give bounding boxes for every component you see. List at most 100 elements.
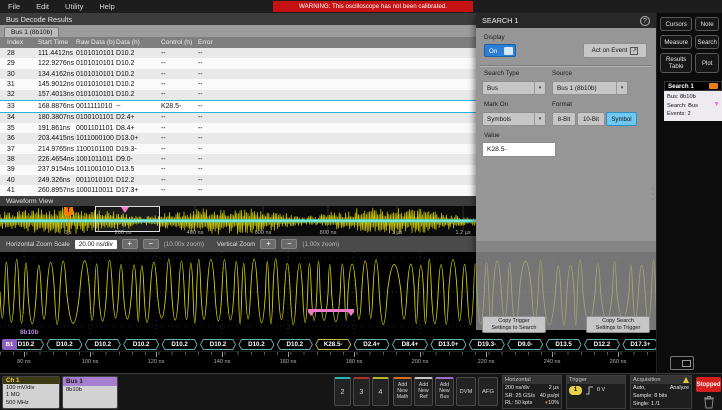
cell: 1001011011 [76, 156, 116, 163]
column-header: Control (h) [161, 39, 198, 46]
add-new-results-table-button[interactable]: Results Table [660, 53, 692, 73]
search-type-dropdown[interactable]: Bus ▾ [482, 81, 546, 95]
search-panel-title: SEARCH 1 [482, 16, 519, 25]
format-symbol-button[interactable]: Symbol [606, 112, 637, 126]
search1-badge-header[interactable]: Search 1 [664, 81, 722, 91]
afg-button[interactable]: AFG [478, 377, 498, 406]
cell: D10.2 [116, 91, 161, 98]
cell: D10.2 [116, 60, 161, 67]
cell: 0100101101 [76, 114, 116, 121]
add-new-note-button[interactable]: Note [695, 17, 719, 31]
menu-item-edit[interactable]: Edit [36, 2, 49, 11]
copy-trigger-line1: Copy Trigger [498, 318, 530, 325]
rising-edge-icon [585, 385, 594, 395]
ch1-badge-title: Ch 1 [3, 377, 59, 384]
cell: 0101010101 [76, 91, 116, 98]
channel-4-button[interactable]: 4 [372, 377, 389, 406]
cell: -- [161, 60, 198, 67]
position-marker-icon: ▾ [545, 400, 548, 406]
axis-time-label: 120 ns [148, 359, 165, 365]
search1-badge-body[interactable]: ▼ Bus: 8b10bSearch: BusEvents: 2 [664, 91, 722, 121]
bus1-track-badge[interactable]: B1 [2, 339, 17, 350]
menu-item-help[interactable]: Help [99, 2, 114, 11]
act-on-event-button[interactable]: Act on Event ↗ [583, 43, 647, 58]
axis-tick [420, 352, 421, 357]
overview-time-label: 200 ns [115, 230, 132, 236]
menu-item-utility[interactable]: Utility [65, 2, 83, 11]
copy-search-line2: Settings to Trigger [596, 325, 641, 332]
tab-bus1-8b10b[interactable]: Bus 1 (8b10b) [4, 27, 59, 37]
menu-item-file[interactable]: File [8, 2, 20, 11]
add-new-measure-button[interactable]: Measure [660, 35, 692, 49]
channel-2-button[interactable]: 2 [334, 377, 351, 406]
display-on-toggle[interactable]: On [484, 44, 516, 57]
h-right: ▾10% [545, 400, 559, 407]
bus-decode-symbol: D10.2 [277, 339, 313, 350]
format-8-bit-button[interactable]: 8-Bit [552, 112, 576, 126]
vzoom-minus-button[interactable]: − [281, 239, 297, 249]
panel-resize-grip[interactable] [650, 184, 655, 204]
search-marker-icon[interactable] [121, 207, 129, 213]
axis-tick [24, 352, 25, 357]
acquisition-row: Single: 1 /1 [633, 401, 689, 407]
bus-decode-symbol: D13.0+ [430, 339, 466, 350]
cell: 1011000100 [76, 135, 116, 142]
axis-time-label: 220 ns [478, 359, 495, 365]
bus1-badge[interactable]: Bus 1 8b10b [62, 376, 118, 409]
vzoom-plus-button[interactable]: + [260, 239, 276, 249]
help-icon[interactable]: ? [640, 16, 650, 26]
external-link-icon: ↗ [630, 47, 638, 55]
horizontal-settings-panel[interactable]: Horizontal 200 ns/div2 µsSR: 25 GS/s40 p… [502, 375, 562, 409]
dvm-button[interactable]: DVM [456, 377, 476, 406]
copy-search-settings-button[interactable]: Copy Search Settings to Trigger [586, 316, 650, 333]
hzoom-plus-button[interactable]: + [122, 239, 138, 249]
add-new-bus-button[interactable]: AddNewBus [435, 377, 454, 406]
column-header: Raw Data (b) [76, 39, 116, 46]
trigger-settings-panel[interactable]: Trigger 1 0 V [566, 375, 626, 409]
symbol-text: D10.2 [123, 339, 159, 350]
vzoom-label: Vertical Zoom [217, 241, 256, 248]
source-label: Source [552, 70, 572, 77]
run-stop-button[interactable]: Stopped [696, 377, 721, 392]
mark-on-label: Mark On [484, 101, 508, 108]
channel-3-button[interactable]: 3 [353, 377, 370, 406]
hzoom-minus-button[interactable]: − [143, 239, 159, 249]
trash-icon[interactable] [701, 395, 717, 409]
badge-callout-arrow [642, 79, 656, 101]
format-10-bit-button[interactable]: 10-Bit [577, 112, 605, 126]
cell: 34 [0, 114, 38, 121]
cell: 1011001010 [76, 166, 116, 173]
hzoom-scale-value[interactable]: 20.00 ns/div [75, 240, 117, 249]
axis-tick [354, 352, 355, 357]
cell: D13.5 [116, 166, 161, 173]
acquisition-settings-panel[interactable]: Acquisition Auto,AnalyzeSample: 8 bitsSi… [630, 375, 692, 409]
add-new-search-button[interactable]: Search [695, 35, 719, 49]
search1-badge[interactable]: Search 1 ▼ Bus: 8b10bSearch: BusEvents: … [664, 81, 722, 121]
cell: D17.3+ [116, 187, 161, 194]
oscilloscope-screen: FileEditUtilityHelp WARNING: This oscill… [0, 0, 722, 410]
bus-decode-symbol: D10.2 [200, 339, 236, 350]
source-dropdown[interactable]: Bus 1 (8b10b) ▾ [552, 81, 628, 95]
add-new-plot-button[interactable]: Plot [695, 53, 719, 73]
bus-decode-symbol: D10.2 [46, 339, 82, 350]
add-new-math-button[interactable]: AddNewMath [393, 377, 412, 406]
search-value-input[interactable]: K28.5- [482, 142, 556, 157]
badge-info-line: Search: Bus [667, 102, 719, 111]
copy-trigger-settings-button[interactable]: Copy Trigger Settings to Search [482, 316, 546, 333]
cell: D9.0- [116, 156, 161, 163]
add-new-cursors-button[interactable]: Cursors [660, 17, 692, 31]
symbol-text: K28.5- [315, 339, 351, 350]
ch1-badge[interactable]: Ch 1 100 mV/div1 MΩ500 MHz [2, 376, 60, 409]
draw-box-icon[interactable] [670, 356, 694, 370]
add-new-ref-button[interactable]: AddNewRef [414, 377, 433, 406]
symbol-text: D12.2 [584, 339, 620, 350]
cell: D10.2 [116, 71, 161, 78]
cell: D8.4+ [116, 125, 161, 132]
warning-triangle-icon [683, 377, 689, 383]
search-panel-titlebar[interactable]: SEARCH 1 ? [476, 13, 656, 28]
toggle-on-label: On [489, 48, 497, 55]
trigger-values: 1 0 V [567, 384, 625, 408]
mark-on-dropdown[interactable]: Symbols ▾ [482, 112, 546, 126]
trigger-marker-icon[interactable]: T [64, 207, 73, 215]
cell: -- [161, 166, 198, 173]
